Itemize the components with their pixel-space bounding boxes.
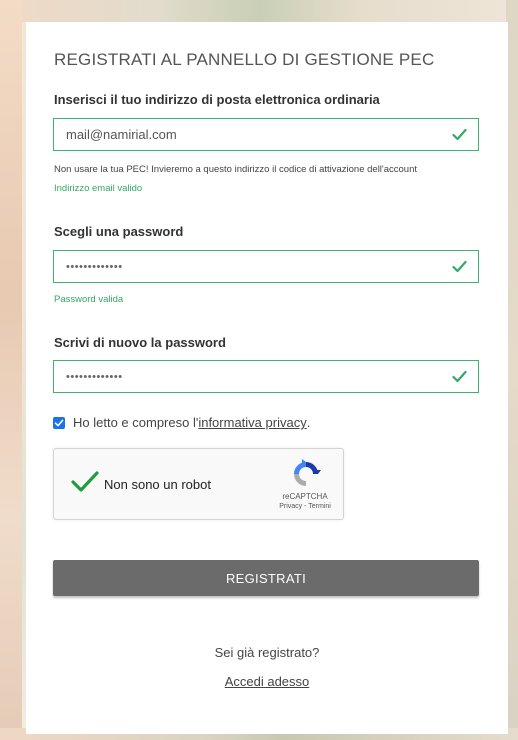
captcha-checkmark-icon[interactable] bbox=[70, 469, 100, 500]
email-label: Inserisci il tuo indirizzo di posta elet… bbox=[54, 92, 380, 107]
recaptcha-brand: reCAPTCHA bbox=[282, 492, 328, 501]
password-field[interactable] bbox=[66, 251, 436, 282]
password-label: Scegli una password bbox=[54, 224, 184, 239]
login-link-wrapper: Accedi adesso bbox=[26, 674, 508, 689]
email-hint: Non usare la tua PEC! Invieremo a questo… bbox=[54, 164, 418, 175]
password-confirm-label: Scrivi di nuovo la password bbox=[54, 335, 226, 350]
check-icon bbox=[452, 369, 467, 384]
check-icon bbox=[452, 127, 467, 142]
privacy-text-before: Ho letto e compreso l' bbox=[73, 415, 199, 430]
privacy-text-after: . bbox=[306, 415, 311, 430]
email-field[interactable] bbox=[66, 119, 436, 150]
captcha-label: Non sono un robot bbox=[104, 477, 211, 492]
recaptcha-logo-icon bbox=[290, 459, 322, 494]
password-confirm-field[interactable] bbox=[66, 361, 436, 392]
background-left bbox=[0, 0, 22, 740]
password-valid-status: Password valida bbox=[54, 294, 124, 305]
already-registered-text: Sei già registrato? bbox=[214, 645, 320, 660]
login-link[interactable]: Accedi adesso bbox=[225, 674, 310, 689]
background-top bbox=[0, 0, 518, 22]
registration-card: REGISTRATI AL PANNELLO DI GESTIONE PEC I… bbox=[26, 22, 508, 734]
page-title: REGISTRATI AL PANNELLO DI GESTIONE PEC bbox=[54, 50, 435, 69]
password-field-wrapper bbox=[53, 250, 479, 283]
privacy-row: Ho letto e compreso l' informativa privac… bbox=[53, 415, 310, 430]
recaptcha-widget[interactable]: Non sono un robot reCAPTCHA Privacy - Te… bbox=[53, 448, 344, 520]
email-field-wrapper bbox=[53, 118, 479, 151]
password-confirm-field-wrapper bbox=[53, 360, 479, 393]
recaptcha-links[interactable]: Privacy - Termini bbox=[265, 503, 345, 510]
check-icon bbox=[452, 259, 467, 274]
register-button[interactable]: REGISTRATI bbox=[53, 560, 479, 596]
privacy-link[interactable]: informativa privacy bbox=[198, 415, 306, 430]
email-valid-status: Indirizzo email valido bbox=[54, 183, 143, 194]
privacy-checkbox[interactable] bbox=[53, 416, 65, 429]
